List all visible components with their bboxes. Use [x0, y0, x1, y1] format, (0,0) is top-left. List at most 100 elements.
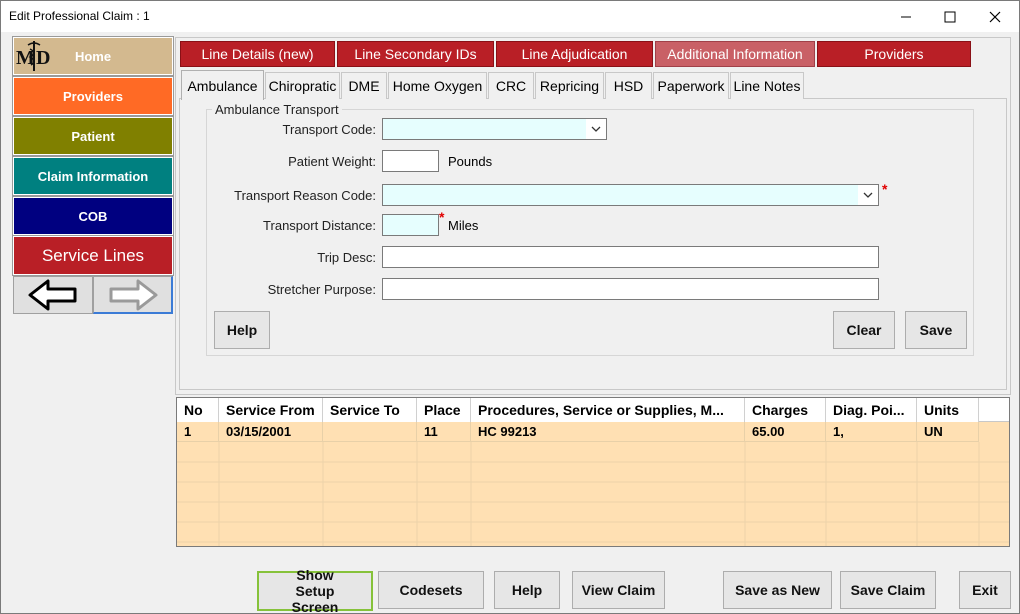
grid-cell[interactable]: 65.00 [745, 422, 826, 442]
clear-button[interactable]: Clear [833, 311, 895, 349]
save-as-new-button[interactable]: Save as New [723, 571, 832, 609]
md-logo-icon: M D [16, 39, 52, 73]
next-button[interactable] [93, 276, 173, 314]
tab-line-secondary-ids[interactable]: Line Secondary IDs [337, 41, 494, 67]
save-button[interactable]: Save [905, 311, 967, 349]
grid-empty-rows [177, 442, 1009, 546]
grid-cell[interactable]: UN [917, 422, 979, 442]
trip-desc-input[interactable] [382, 246, 879, 268]
button-label: Show Setup Screen [291, 567, 339, 614]
column-header[interactable]: Procedures, Service or Supplies, M... [471, 398, 745, 422]
tab-label: Paperwork [657, 78, 725, 94]
sidebar-item-label: Claim Information [37, 168, 149, 184]
required-marker: * [439, 209, 445, 225]
sidebar-item-home[interactable]: M D Home [12, 36, 174, 76]
close-button[interactable] [972, 1, 1018, 32]
transport-code-select[interactable] [382, 118, 607, 140]
column-header[interactable]: Place [417, 398, 471, 422]
grid-cell[interactable] [323, 422, 417, 442]
save-claim-button[interactable]: Save Claim [840, 571, 936, 609]
subtab-paperwork[interactable]: Paperwork [653, 72, 729, 99]
pounds-label: Pounds [448, 154, 493, 169]
button-label: Save as New [735, 582, 820, 598]
grid-cell[interactable]: HC 99213 [471, 422, 745, 442]
sidebar-item-cob[interactable]: COB [12, 196, 174, 236]
subtab-chiropratic[interactable]: Chiropratic [265, 72, 340, 99]
transport-reason-code-label: Transport Reason Code: [234, 188, 376, 203]
button-label: Codesets [399, 582, 463, 598]
grid-cell[interactable]: 1 [177, 422, 219, 442]
subtab-crc[interactable]: CRC [488, 72, 534, 99]
button-label: Help [511, 582, 543, 598]
column-header[interactable]: Diag. Poi... [826, 398, 917, 422]
subtab-repricing[interactable]: Repricing [535, 72, 604, 99]
button-label: Save Claim [850, 582, 926, 598]
column-header[interactable]: Units [917, 398, 979, 422]
maximize-button[interactable] [927, 1, 973, 32]
codesets-button[interactable]: Codesets [378, 571, 484, 609]
sidebar-item-label: COB [78, 208, 108, 224]
sidebar-item-label: Service Lines [41, 245, 145, 265]
tab-label: Chiropratic [268, 78, 337, 94]
svg-text:D: D [36, 47, 50, 69]
tab-label: Additional Information [667, 46, 803, 62]
ambulance-help-button[interactable]: Help [214, 311, 270, 349]
patient-weight-input[interactable] [382, 150, 439, 172]
subtab-line-notes[interactable]: Line Notes [730, 72, 804, 99]
transport-distance-input[interactable] [382, 214, 439, 236]
exit-button[interactable]: Exit [959, 571, 1011, 609]
transport-distance-label: Transport Distance: [263, 218, 376, 233]
transport-code-dropdown[interactable] [586, 119, 606, 139]
group-title: Ambulance Transport [212, 102, 342, 117]
transport-reason-code-select[interactable] [382, 184, 879, 206]
sidebar-item-service-lines[interactable]: Service Lines [12, 235, 174, 276]
transport-code-label: Transport Code: [282, 122, 376, 137]
subtab-home-oxygen[interactable]: Home Oxygen [388, 72, 487, 99]
tab-providers[interactable]: Providers [817, 41, 971, 67]
column-header[interactable]: No [177, 398, 219, 422]
subtab-ambulance[interactable]: Ambulance [181, 70, 264, 100]
tab-additional-information[interactable]: Additional Information [655, 41, 815, 67]
tab-label: Line Secondary IDs [354, 46, 477, 62]
grid-cell[interactable]: 1, [826, 422, 917, 442]
button-label: Save [919, 322, 953, 338]
show-setup-screen-button[interactable]: Show Setup Screen [257, 567, 373, 614]
minimize-button[interactable] [883, 1, 929, 32]
maximize-icon [944, 11, 956, 22]
miles-label: Miles [448, 218, 479, 233]
column-header[interactable]: Charges [745, 398, 826, 422]
tab-label: Repricing [539, 78, 600, 94]
chevron-down-icon [591, 126, 601, 132]
arrow-right-icon [109, 279, 157, 310]
edit-claim-window: Edit Professional Claim : 1 M D Home Pro… [0, 0, 1020, 614]
service-lines-grid: No Service From Service To Place Procedu… [176, 397, 1010, 547]
title-bar: Edit Professional Claim : 1 [1, 1, 1019, 32]
grid-cell[interactable]: 11 [417, 422, 471, 442]
arrow-left-icon [28, 279, 77, 311]
stretcher-purpose-input[interactable] [382, 278, 879, 300]
subtab-dme[interactable]: DME [341, 72, 387, 99]
stretcher-purpose-label: Stretcher Purpose: [267, 282, 376, 297]
column-header[interactable]: Service From [219, 398, 323, 422]
tab-label: HSD [613, 78, 644, 94]
grid-cell[interactable]: 03/15/2001 [219, 422, 323, 442]
subtab-hsd[interactable]: HSD [605, 72, 652, 99]
previous-button[interactable] [13, 276, 93, 314]
tab-label: Line Details (new) [201, 46, 314, 62]
tab-line-details[interactable]: Line Details (new) [180, 41, 335, 67]
tab-line-adjudication[interactable]: Line Adjudication [496, 41, 653, 67]
sidebar-item-providers[interactable]: Providers [12, 76, 174, 116]
sidebar-item-patient[interactable]: Patient [12, 116, 174, 156]
sidebar-item-claim-information[interactable]: Claim Information [12, 156, 174, 196]
tab-label: Ambulance [187, 77, 258, 94]
help-button[interactable]: Help [494, 571, 560, 609]
required-marker: * [882, 181, 888, 197]
tab-label: Line Notes [733, 78, 801, 94]
transport-reason-code-dropdown[interactable] [858, 185, 878, 205]
column-header[interactable]: Service To [323, 398, 417, 422]
tab-label: CRC [495, 78, 527, 94]
tab-label: Providers [864, 46, 924, 62]
sidebar-item-label: Home [74, 48, 112, 64]
view-claim-button[interactable]: View Claim [572, 571, 665, 609]
tab-label: DME [348, 78, 380, 94]
